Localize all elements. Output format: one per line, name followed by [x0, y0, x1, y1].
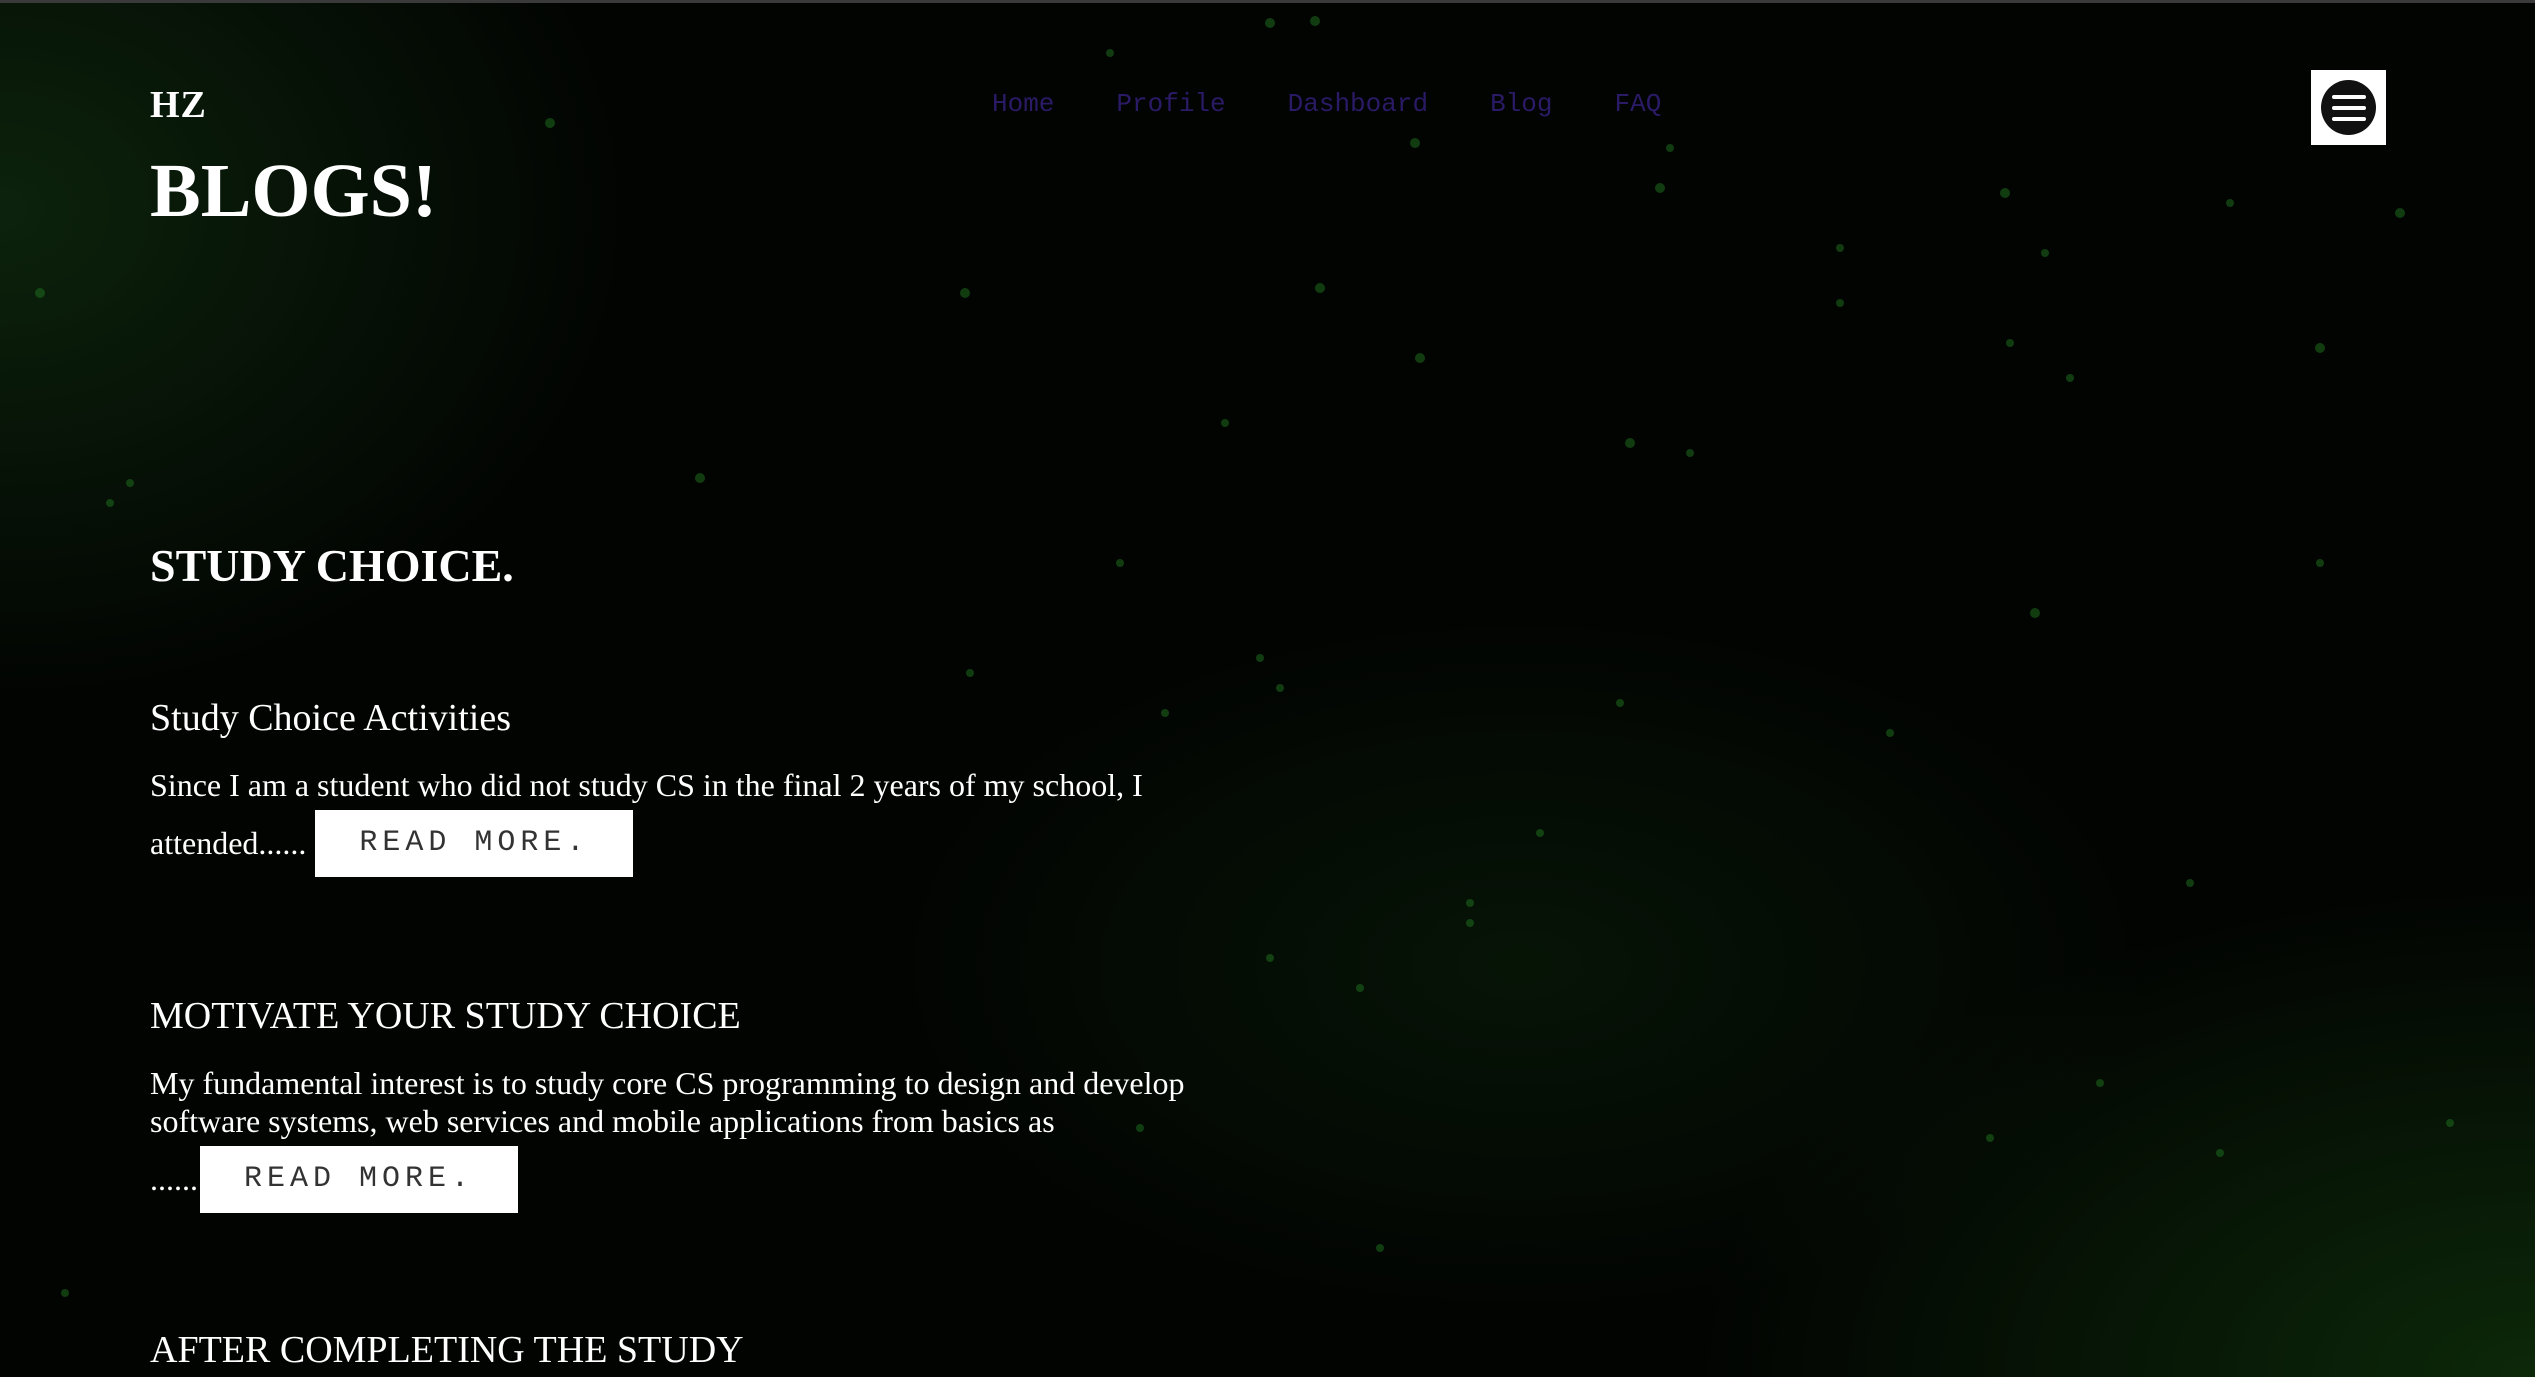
post-excerpt: My fundamental interest is to study core… [150, 1064, 1185, 1139]
blog-post-2: MOTIVATE YOUR STUDY CHOICE My fundamenta… [150, 995, 1220, 1213]
site-logo[interactable]: HZ [150, 83, 207, 127]
nav-link-blog[interactable]: Blog [1490, 89, 1552, 119]
main-nav: Home Profile Dashboard Blog FAQ [992, 89, 1661, 119]
nav-link-profile[interactable]: Profile [1116, 89, 1225, 119]
read-more-button[interactable]: READ MORE. [315, 809, 634, 877]
menu-button[interactable] [2311, 70, 2386, 145]
post-excerpt-tail: ...... [150, 1160, 198, 1197]
post-title: AFTER COMPLETING THE STUDY [150, 1329, 744, 1371]
page: HZ Home Profile Dashboard Blog FAQ BLOGS… [0, 0, 2535, 1377]
hamburger-menu-icon [2321, 80, 2376, 135]
nav-link-faq[interactable]: FAQ [1615, 89, 1662, 119]
post-excerpt-tail: attended...... [150, 824, 307, 861]
nav-link-dashboard[interactable]: Dashboard [1288, 89, 1428, 119]
post-title: Study Choice Activities [150, 697, 511, 739]
post-excerpt-tail-row: ...... READ MORE. [150, 1145, 1220, 1213]
nav-link-home[interactable]: Home [992, 89, 1054, 119]
post-title: MOTIVATE YOUR STUDY CHOICE [150, 995, 741, 1037]
blog-post-1: Study Choice Activities Since I am a stu… [150, 697, 1220, 877]
read-more-button[interactable]: READ MORE. [200, 1145, 518, 1213]
page-title: BLOGS! [150, 149, 438, 233]
post-excerpt-tail-row: attended...... READ MORE. [150, 809, 1220, 877]
post-excerpt: Since I am a student who did not study C… [150, 766, 1143, 803]
blog-post-3: AFTER COMPLETING THE STUDY [150, 1329, 1220, 1372]
section-heading: STUDY CHOICE. [150, 540, 514, 591]
